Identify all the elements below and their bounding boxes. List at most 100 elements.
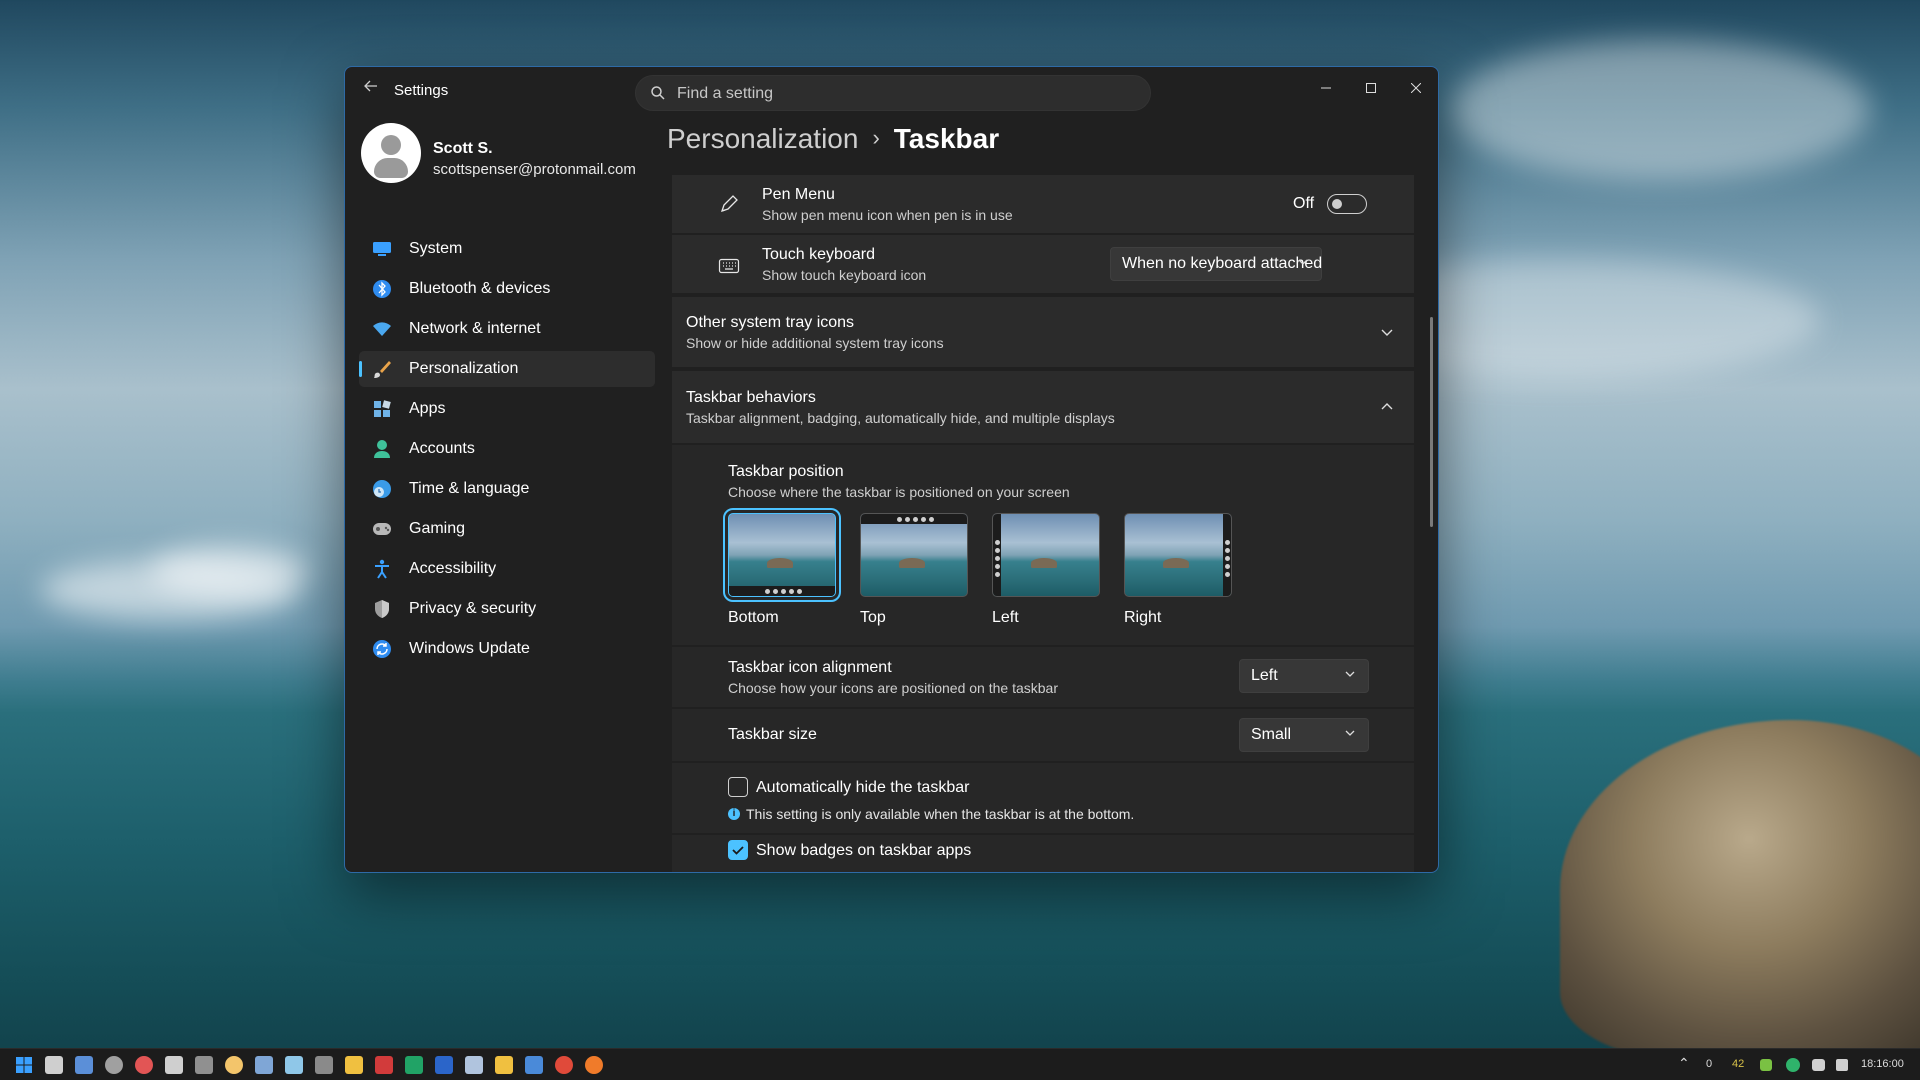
taskbar-behaviors-expander[interactable]: Taskbar behaviors Taskbar alignment, bad… [672,371,1414,443]
minimize-button[interactable] [1303,73,1349,103]
maximize-button[interactable] [1348,73,1394,103]
other-tray-icons-expander[interactable]: Other system tray icons Show or hide add… [672,297,1414,367]
sidebar-item-time-language[interactable]: Time & language [359,471,655,507]
position-option-left[interactable] [992,513,1100,597]
maximize-icon [1366,83,1376,93]
chevron-down-icon [1298,259,1308,265]
dropdown-value: When no keyboard attached [1122,255,1323,272]
folder-icon[interactable] [345,1056,363,1074]
other-tray-subtitle: Show or hide additional system tray icon… [686,335,944,351]
app-icon[interactable] [135,1056,153,1074]
sidebar-item-label: Windows Update [409,640,530,657]
chevron-down-icon [1345,730,1355,736]
app-title: Settings [394,82,449,99]
auto-hide-row: Automatically hide the taskbar i This se… [672,763,1414,833]
sidebar-item-windows-update[interactable]: Windows Update [359,631,655,667]
network-icon[interactable] [1812,1059,1825,1071]
windows-logo-icon [16,1057,32,1073]
app-icon[interactable] [465,1056,483,1074]
chevron-down-icon [1345,671,1355,677]
sidebar-item-label: Accounts [409,440,475,457]
settings-window: Settings Find a setting Scott S. scottsp… [344,66,1439,873]
sidebar-item-bluetooth[interactable]: Bluetooth & devices [359,271,655,307]
file-explorer-icon[interactable] [495,1056,513,1074]
back-button[interactable] [361,79,381,99]
brush-icon [371,358,393,380]
auto-hide-checkbox[interactable] [728,777,748,797]
settings-gear-icon[interactable] [105,1056,123,1074]
size-dropdown[interactable]: Small [1239,718,1369,752]
dropdown-value: Small [1251,726,1292,743]
sidebar-item-personalization[interactable]: Personalization [359,351,655,387]
badges-row: Show badges on taskbar apps [672,835,1414,872]
firefox-icon[interactable] [585,1056,603,1074]
position-options: Bottom Top Left Right [723,508,1288,643]
app-icon[interactable] [195,1056,213,1074]
sidebar-item-network[interactable]: Network & internet [359,311,655,347]
app-icon[interactable] [375,1056,393,1074]
chevron-down-icon [1381,329,1393,336]
update-icon [371,638,393,660]
alignment-dropdown[interactable]: Left [1239,659,1369,693]
rock [1560,720,1920,1060]
sidebar-item-privacy[interactable]: Privacy & security [359,591,655,627]
info-icon: i [728,808,740,820]
scrollbar[interactable] [1430,317,1433,527]
task-view-icon[interactable] [45,1056,63,1074]
app-icon[interactable] [225,1056,243,1074]
accessibility-icon [371,558,393,580]
pen-menu-title: Pen Menu [762,186,835,203]
close-icon [1410,82,1422,94]
alignment-title: Taskbar icon alignment [728,659,892,676]
search-input[interactable]: Find a setting [635,75,1151,111]
badges-checkbox[interactable] [728,840,748,860]
sidebar-item-gaming[interactable]: Gaming [359,511,655,547]
keyboard-icon [718,258,740,274]
avatar [361,123,421,183]
touch-keyboard-dropdown[interactable]: When no keyboard attached [1110,247,1322,281]
position-title: Taskbar position [728,463,844,480]
badges-label[interactable]: Show badges on taskbar apps [756,842,971,860]
breadcrumb-parent[interactable]: Personalization [667,123,858,154]
app-icon[interactable] [75,1056,93,1074]
taskbar: ⌃ 0 42 18:16:00 [0,1048,1920,1080]
sidebar-item-apps[interactable]: Apps [359,391,655,427]
mail-icon[interactable] [285,1056,303,1074]
position-option-right[interactable] [1124,513,1232,597]
auto-hide-label[interactable]: Automatically hide the taskbar [756,779,969,797]
dropdown-value: Left [1251,667,1278,684]
pen-icon [720,195,738,213]
sidebar-item-label: Accessibility [409,560,497,577]
pen-menu-toggle[interactable] [1327,194,1367,214]
sidebar-item-accessibility[interactable]: Accessibility [359,551,655,587]
notepad-icon[interactable] [525,1056,543,1074]
word-icon[interactable] [435,1056,453,1074]
system-icon [371,238,393,260]
tray-count: 0 [1706,1058,1713,1070]
close-button[interactable] [1393,73,1438,103]
cloud [150,545,310,595]
sidebar-item-label: Apps [409,400,446,417]
excel-icon[interactable] [405,1056,423,1074]
start-button[interactable] [15,1056,33,1074]
sidebar-item-label: Time & language [409,480,530,497]
chevron-up-icon[interactable]: ⌃ [1678,1055,1690,1072]
security-icon[interactable] [1786,1058,1800,1072]
person-icon [371,438,393,460]
position-label-bottom: Bottom [728,609,779,626]
volume-icon[interactable] [1836,1059,1848,1071]
sidebar-item-accounts[interactable]: Accounts [359,431,655,467]
position-label-right: Right [1124,609,1162,626]
sidebar-nav: System Bluetooth & devices Network & int… [359,231,655,671]
position-option-top[interactable] [860,513,968,597]
sidebar-item-system[interactable]: System [359,231,655,267]
chrome-icon[interactable] [555,1056,573,1074]
app-icon[interactable] [255,1056,273,1074]
position-option-bottom[interactable] [723,508,841,602]
clock[interactable]: 18:16:00 [1861,1058,1904,1070]
bluetooth-icon [371,278,393,300]
behaviors-title: Taskbar behaviors [686,389,816,406]
terminal-icon[interactable] [165,1056,183,1074]
gpu-icon[interactable] [1760,1059,1772,1071]
app-icon[interactable] [315,1056,333,1074]
